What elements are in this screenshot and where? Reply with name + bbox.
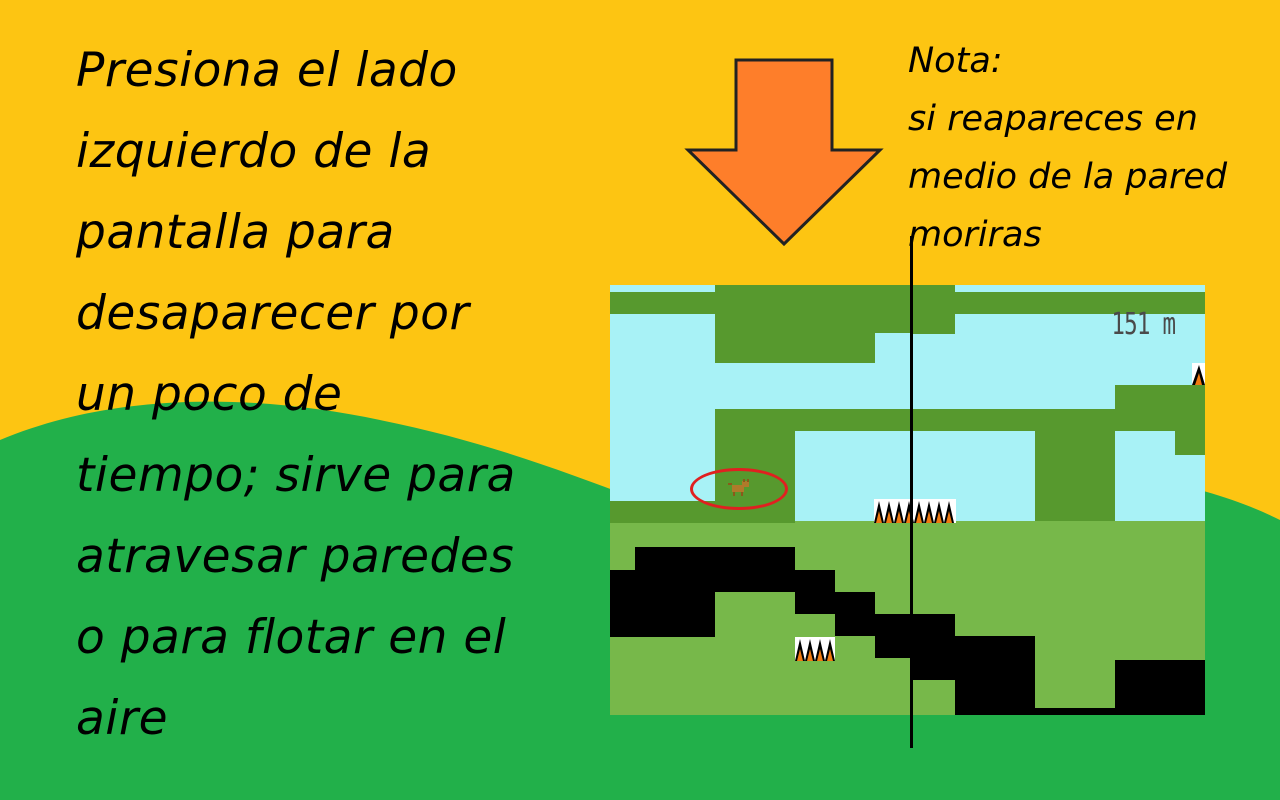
instructions-line: o para flotar en el [76, 610, 507, 665]
black-wall [610, 570, 835, 592]
note-line: si reapareces en [908, 99, 1198, 139]
note-line: moriras [908, 215, 1042, 255]
instructions-line: aire [76, 691, 169, 746]
wall-block [1175, 431, 1205, 455]
wall-block [1035, 431, 1115, 523]
instructions-line: tiempo; sirve para [76, 448, 516, 503]
ground-block [795, 521, 1205, 525]
spike-fire-icon [795, 637, 835, 661]
sky-block [1115, 455, 1175, 523]
wall-block [715, 285, 875, 363]
cat-player-icon [728, 479, 749, 496]
black-wall [610, 592, 715, 637]
wall-block [1115, 385, 1205, 431]
black-wall [835, 614, 955, 636]
black-wall [1115, 660, 1205, 715]
instructions-line: desaparecer por [76, 286, 470, 341]
game-screenshot: 151 m [610, 285, 1205, 715]
black-wall [635, 547, 795, 571]
note-title: Nota: [908, 41, 1003, 81]
black-wall [955, 680, 1035, 708]
distance-counter: 151 m [1111, 307, 1176, 342]
black-wall [795, 592, 875, 614]
black-wall [910, 658, 1035, 680]
black-wall [875, 636, 1035, 658]
wall-block [910, 314, 955, 334]
instructions-line: un poco de [76, 367, 343, 422]
instructions-line: pantalla para [76, 205, 395, 260]
instructions-line: atravesar paredes [76, 529, 515, 584]
spike-fire-icon [1192, 363, 1205, 385]
note-text: Nota: si reapareces en medio de la pared… [908, 32, 1268, 264]
spike-fire-icon [874, 499, 956, 523]
down-arrow-icon [684, 58, 884, 247]
sky-block [610, 314, 715, 409]
instructions-text: Presiona el lado izquierdo de la pantall… [76, 30, 576, 759]
wall-marker-line [910, 236, 913, 748]
note-line: medio de la pared [908, 157, 1228, 197]
instructions-line: Presiona el lado [76, 43, 458, 98]
instructions-line: izquierdo de la [76, 124, 432, 179]
